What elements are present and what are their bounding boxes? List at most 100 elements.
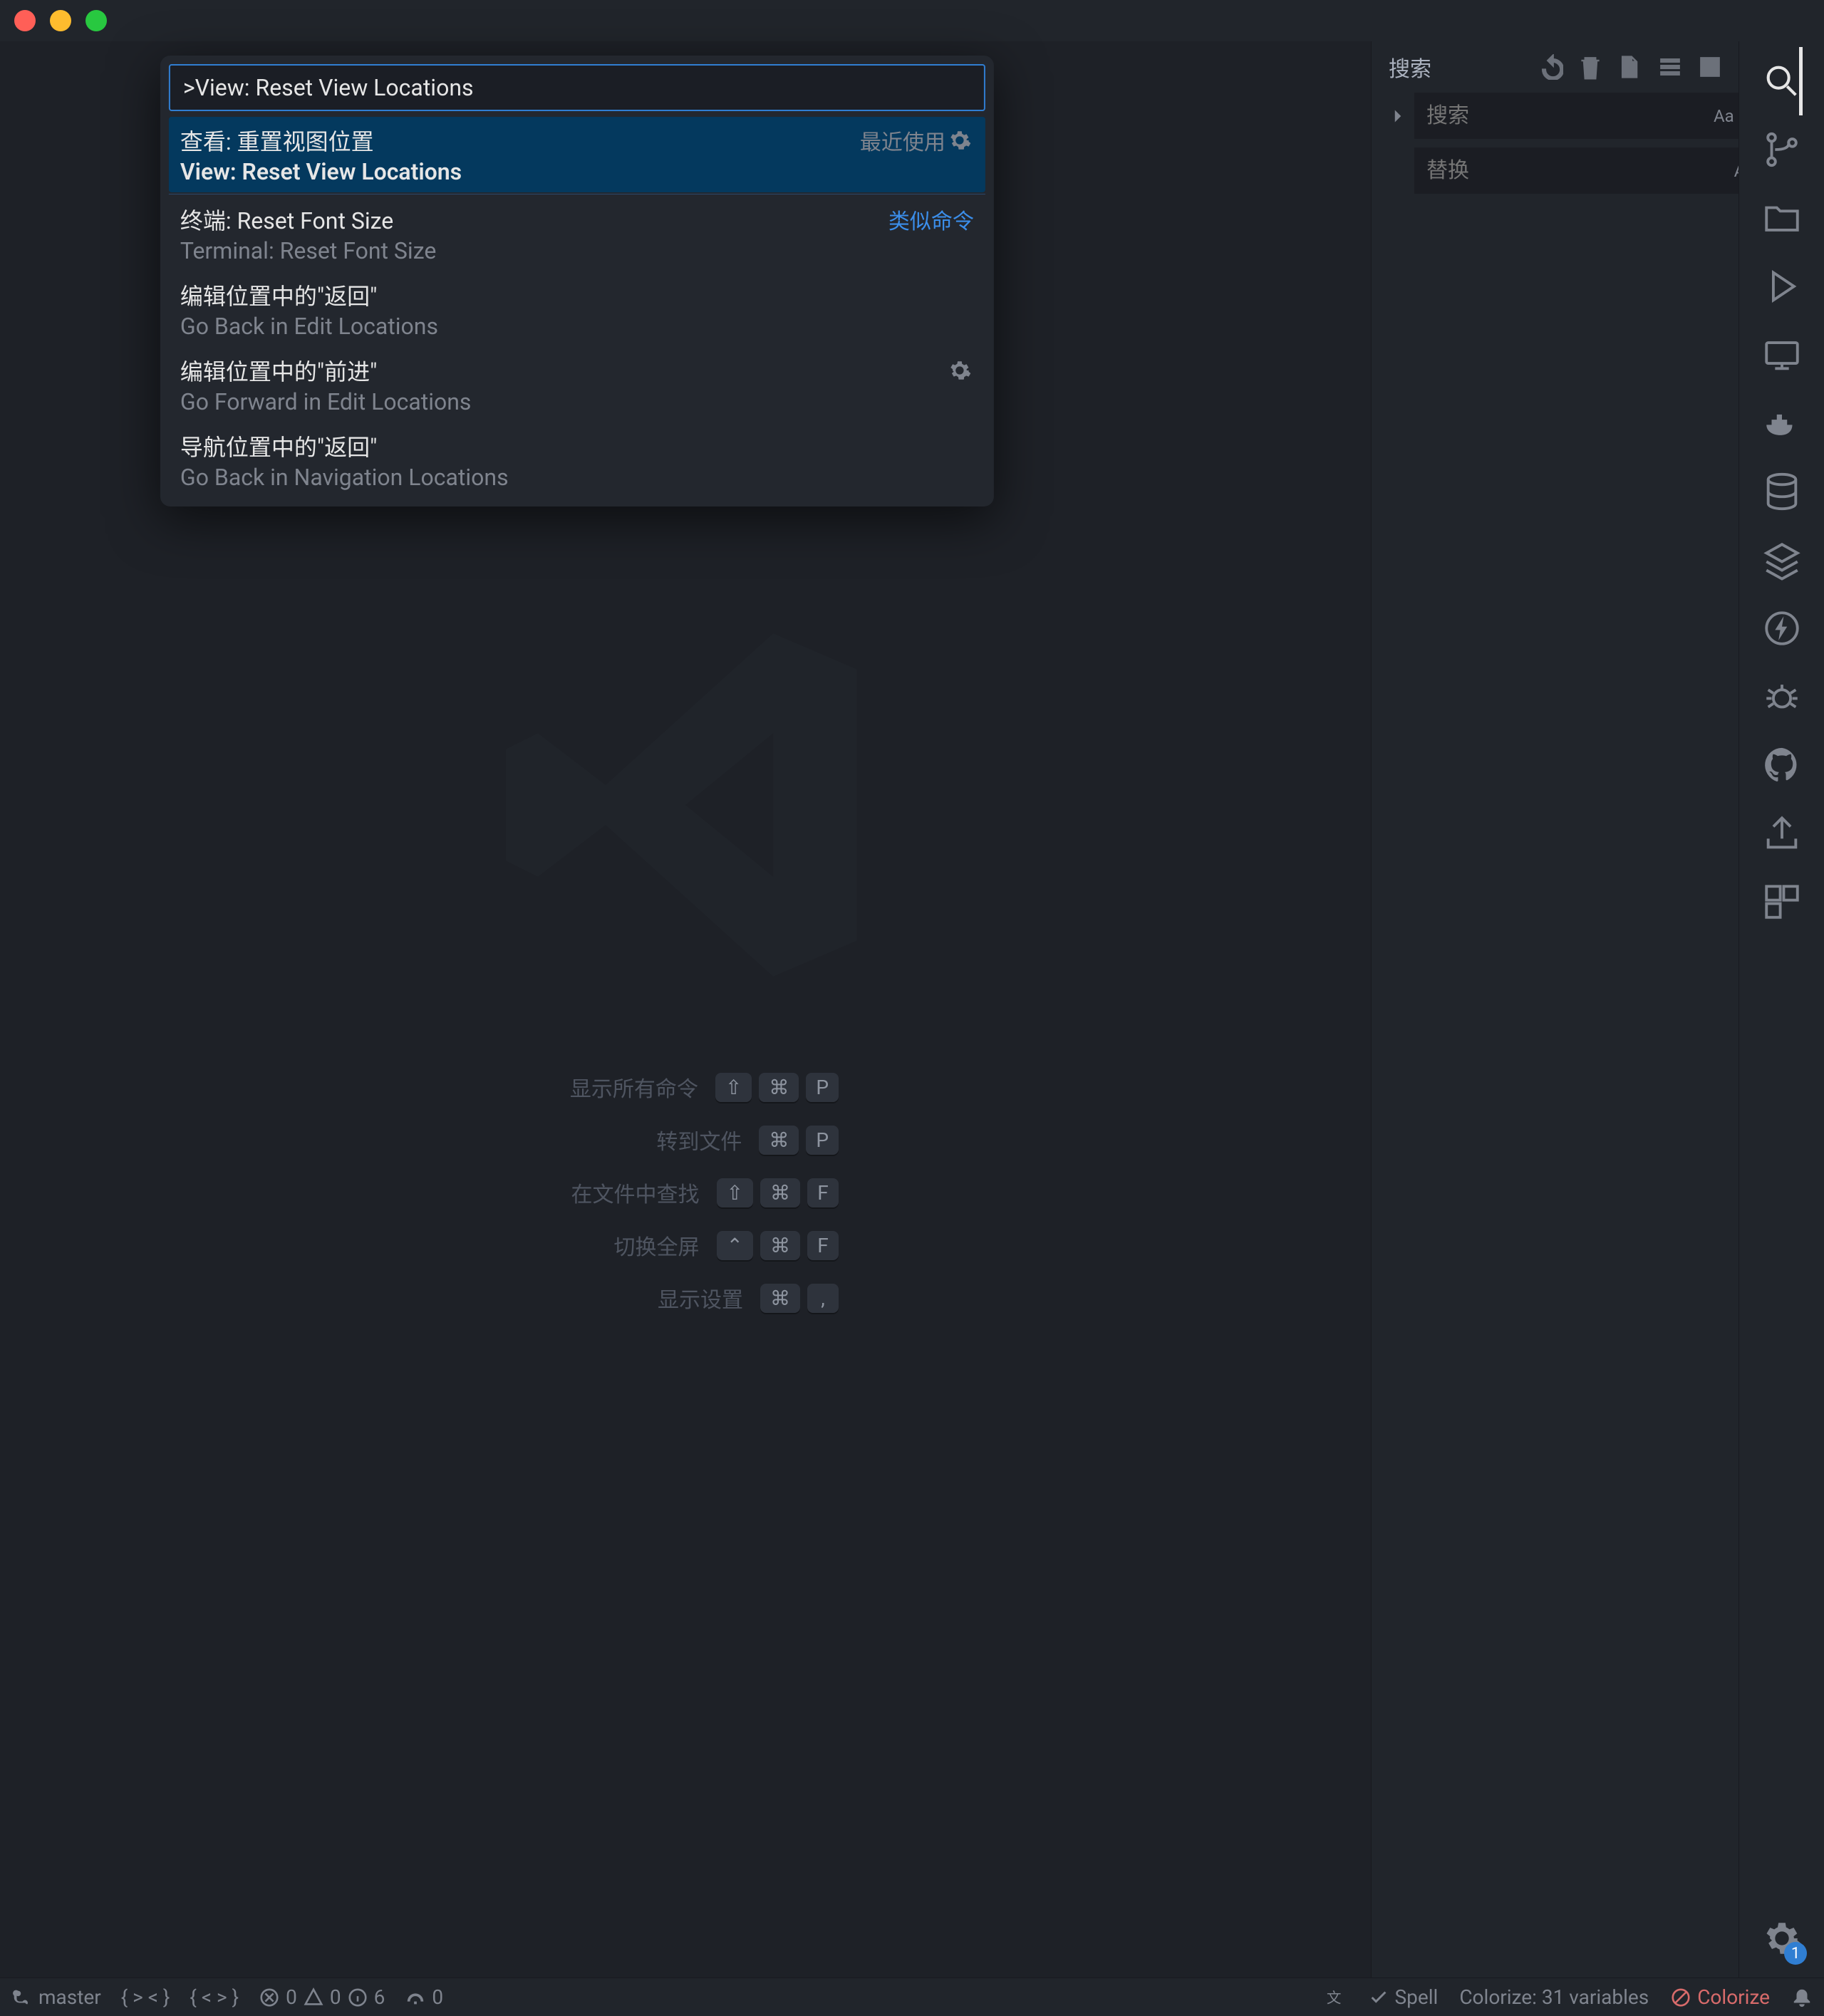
status-warnings-count: 0 <box>330 1985 341 2009</box>
palette-item-name: 编辑位置中的"返回" <box>180 279 974 311</box>
welcome-watermark: 显示所有命令⇧⌘P转到文件⌘P在文件中查找⇧⌘F切换全屏⌃⌘F显示设置⌘, <box>486 606 885 1314</box>
bolt-icon[interactable] <box>1761 594 1803 663</box>
palette-item[interactable]: 编辑位置中的"返回"Go Back in Edit Locations <box>169 271 985 347</box>
status-language[interactable]: 文 <box>1325 1987 1347 2008</box>
search-input[interactable] <box>1415 93 1709 138</box>
welcome-shortcut-label: 显示设置 <box>658 1282 743 1314</box>
replace-input-wrap: AB <box>1414 147 1766 194</box>
bug-icon[interactable] <box>1761 663 1803 731</box>
welcome-shortcut-keys: ⇧⌘P <box>715 1073 839 1102</box>
key-badge: ⌘ <box>759 1126 799 1155</box>
welcome-shortcut-label: 切换全屏 <box>614 1230 700 1261</box>
search-panel: 搜索 Aaab.* AB <box>1371 41 1738 1978</box>
key-badge: P <box>806 1126 839 1155</box>
welcome-shortcut-label: 在文件中查找 <box>571 1177 700 1208</box>
replace-input[interactable] <box>1415 148 1730 193</box>
gear-icon[interactable] <box>945 128 974 152</box>
extensions-icon[interactable] <box>1761 868 1803 936</box>
list-icon[interactable] <box>1656 53 1684 81</box>
welcome-shortcut-keys: ⇧⌘F <box>717 1178 839 1207</box>
palette-item-sub: Go Forward in Edit Locations <box>180 388 974 415</box>
welcome-shortcut-keys: ⌃⌘F <box>717 1231 839 1260</box>
close-window-button[interactable] <box>14 10 36 31</box>
clear-icon[interactable] <box>1576 53 1605 81</box>
settings-badge: 1 <box>1784 1942 1807 1965</box>
titlebar <box>0 0 1824 41</box>
key-badge: F <box>807 1231 839 1260</box>
match-case-toggle[interactable]: Aa <box>1709 103 1738 129</box>
search-panel-title: 搜索 <box>1389 51 1536 83</box>
status-problems[interactable]: 0 0 6 <box>259 1985 385 2009</box>
status-brackets-2[interactable]: { < > } <box>190 1985 239 2009</box>
vscode-logo-icon <box>486 606 885 1004</box>
welcome-shortcut-row: 在文件中查找 ⇧⌘F <box>532 1177 839 1208</box>
palette-item-sub: Go Back in Navigation Locations <box>180 464 974 491</box>
key-badge: F <box>807 1178 839 1207</box>
palette-item-tag: 类似命令 <box>888 204 974 235</box>
search-icon[interactable] <box>1761 47 1803 115</box>
editor-area: 查看: 重置视图位置最近使用View: Reset View Locations… <box>0 41 1371 1978</box>
status-bar: master { > < } { < > } 0 0 6 0 文 Spell <box>0 1978 1824 2016</box>
status-brackets-2-label: { < > } <box>190 1985 239 2009</box>
status-colorize-off[interactable]: Colorize <box>1670 1985 1770 2009</box>
layers-icon[interactable] <box>1761 526 1803 594</box>
palette-item[interactable]: 导航位置中的"返回"Go Back in Navigation Location… <box>169 422 985 498</box>
status-errors-count: 0 <box>286 1985 297 2009</box>
welcome-shortcut-label: 显示所有命令 <box>570 1071 698 1103</box>
activity-bar: 1 <box>1738 41 1824 1978</box>
refresh-icon[interactable] <box>1536 53 1565 81</box>
collapse-icon[interactable] <box>1696 53 1724 81</box>
status-ports-label: 0 <box>432 1985 443 2009</box>
status-ports[interactable]: 0 <box>405 1985 443 2009</box>
palette-item-name: 导航位置中的"返回" <box>180 430 974 462</box>
welcome-shortcut-row: 显示所有命令 ⇧⌘P <box>532 1071 839 1103</box>
key-badge: ⌃ <box>717 1231 753 1260</box>
palette-item[interactable]: 终端: Reset Font Size类似命令Terminal: Reset F… <box>169 196 985 271</box>
status-branch-label: master <box>38 1985 101 2009</box>
status-colorize-off-label: Colorize <box>1697 1985 1770 2009</box>
status-info-count: 6 <box>374 1985 385 2009</box>
explorer-icon[interactable] <box>1761 184 1803 252</box>
status-notifications[interactable] <box>1791 1987 1813 2008</box>
palette-item-sub: Terminal: Reset Font Size <box>180 237 974 264</box>
welcome-shortcut-keys: ⌘P <box>759 1126 839 1155</box>
key-badge: ⌘ <box>760 1284 800 1313</box>
key-badge: ⌘ <box>760 1178 800 1207</box>
welcome-shortcut-row: 显示设置 ⌘, <box>532 1282 839 1314</box>
remote-icon[interactable] <box>1761 321 1803 389</box>
toggle-replace-button[interactable] <box>1386 93 1410 234</box>
github-icon[interactable] <box>1761 731 1803 799</box>
new-file-icon[interactable] <box>1616 53 1644 81</box>
status-spell[interactable]: Spell <box>1368 1985 1439 2009</box>
key-badge: ⌘ <box>759 1073 799 1102</box>
palette-item-sub: View: Reset View Locations <box>180 158 974 185</box>
command-palette-input[interactable] <box>169 64 985 111</box>
palette-item-name: 查看: 重置视图位置 <box>180 124 860 157</box>
key-badge: ⌘ <box>760 1231 800 1260</box>
palette-item-sub: Go Back in Edit Locations <box>180 313 974 340</box>
status-spell-label: Spell <box>1395 1985 1439 2009</box>
status-colorize[interactable]: Colorize: 31 variables <box>1459 1985 1649 2009</box>
palette-item[interactable]: 编辑位置中的"前进"Go Forward in Edit Locations <box>169 347 985 422</box>
key-badge: ⇧ <box>717 1178 753 1207</box>
status-brackets-1[interactable]: { > < } <box>121 1985 170 2009</box>
docker-icon[interactable] <box>1761 389 1803 457</box>
welcome-shortcut-row: 切换全屏 ⌃⌘F <box>532 1230 839 1261</box>
export-icon[interactable] <box>1761 799 1803 868</box>
gear-icon[interactable] <box>945 358 974 383</box>
palette-item-name: 编辑位置中的"前进" <box>180 354 945 387</box>
database-icon[interactable] <box>1761 457 1803 526</box>
maximize-window-button[interactable] <box>86 10 107 31</box>
status-brackets-1-label: { > < } <box>121 1985 170 2009</box>
source-control-icon[interactable] <box>1761 115 1803 184</box>
key-badge: ⇧ <box>715 1073 752 1102</box>
debug-icon[interactable] <box>1761 252 1803 321</box>
window-controls <box>14 10 107 31</box>
minimize-window-button[interactable] <box>50 10 71 31</box>
welcome-shortcut-keys: ⌘, <box>760 1284 839 1313</box>
settings-gear-button[interactable]: 1 <box>1739 1899 1824 1978</box>
palette-item[interactable]: 查看: 重置视图位置最近使用View: Reset View Locations <box>169 117 985 192</box>
command-palette: 查看: 重置视图位置最近使用View: Reset View Locations… <box>160 56 994 506</box>
status-branch[interactable]: master <box>11 1985 101 2009</box>
palette-item-tag: 最近使用 <box>860 125 945 156</box>
